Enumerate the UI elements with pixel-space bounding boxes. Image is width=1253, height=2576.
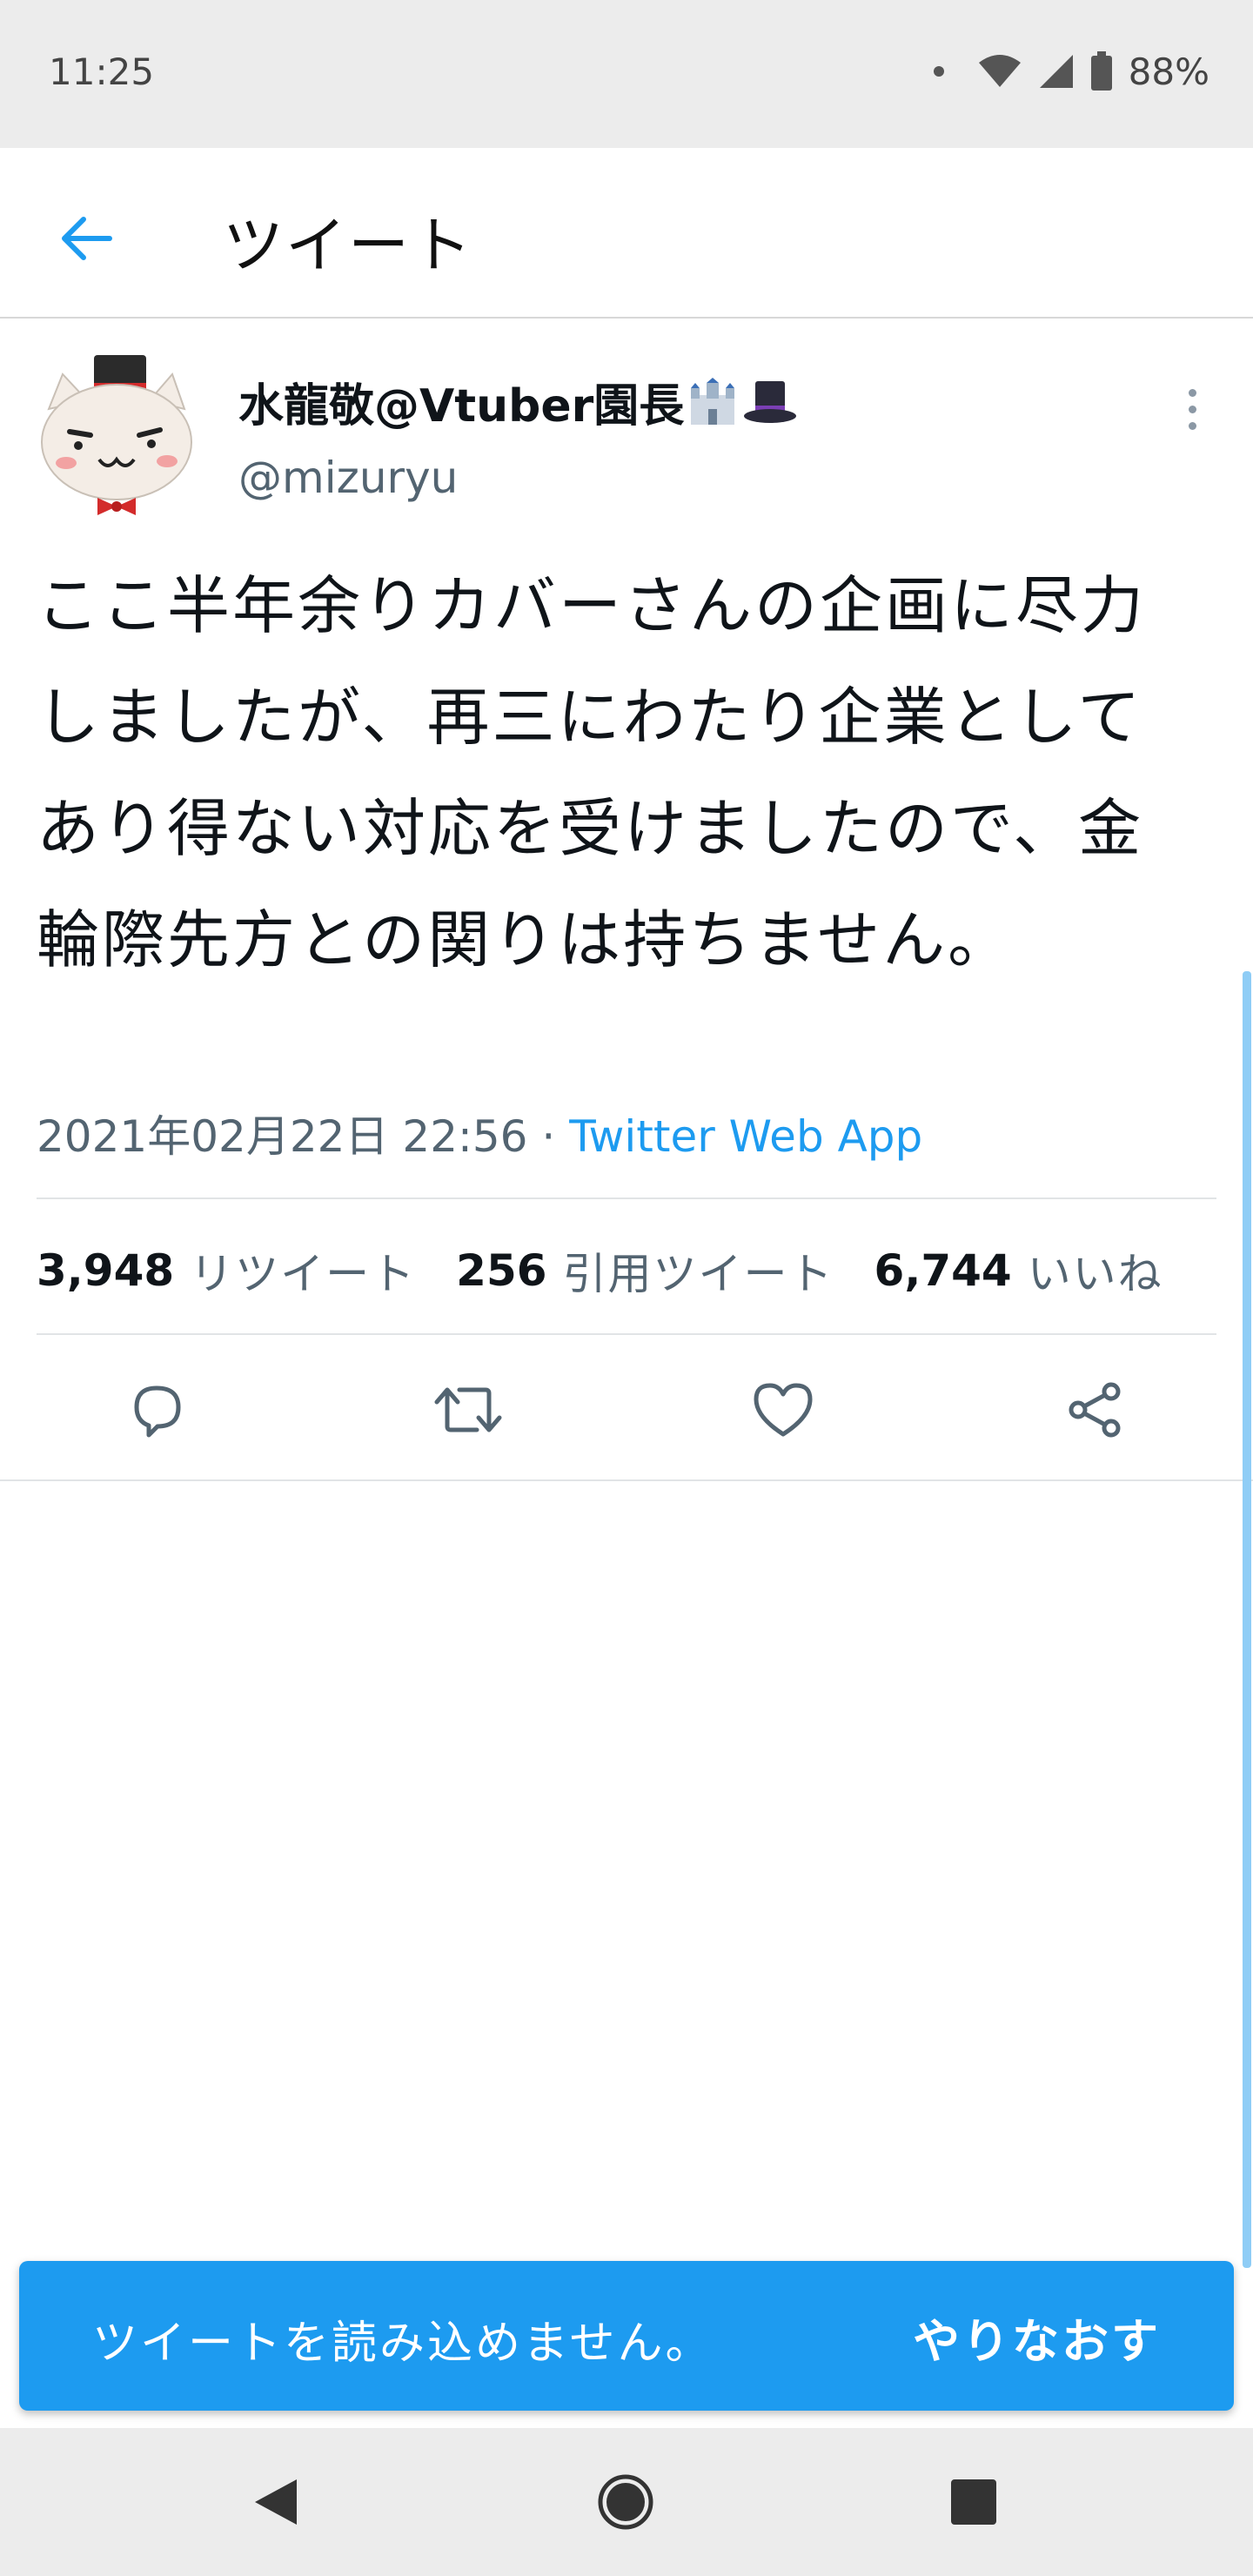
more-options-button[interactable] [1175,383,1209,435]
tweet-stats: 3,948 リツイート 256 引用ツイート 6,744 いいね [37,1236,1203,1305]
author-name-text: 水龍敬@Vtuber園長 [238,380,685,433]
scrollbar[interactable] [1243,971,1251,2268]
nav-back-button[interactable] [237,2463,315,2541]
status-time: 11:25 [49,50,155,93]
battery-percent: 88% [1128,50,1209,93]
likes-label: いいね [1027,1249,1163,1299]
reply-icon [134,1385,181,1438]
retweets-label: リツイート [190,1249,417,1299]
like-button[interactable] [748,1375,818,1445]
tweet-text: ここ半年余りカバーさんの企画に尽力しましたが、再三にわたり企業としてあり得ない対… [37,569,1147,976]
castle-emoji-icon [691,377,735,425]
nav-recents-button[interactable] [935,2463,1013,2541]
more-dot-icon [1188,405,1196,413]
app-header: ツイート [0,148,1253,319]
author-name[interactable]: 水龍敬@Vtuber園長 [238,369,799,434]
divider [37,1333,1216,1335]
retweets-stat[interactable]: 3,948 リツイート [37,1239,416,1302]
divider [37,1197,1216,1199]
notification-dot-icon [933,66,944,77]
nav-home-button[interactable] [586,2463,665,2541]
status-icons: 88% [933,45,1209,97]
more-dot-icon [1188,421,1196,430]
reply-button[interactable] [122,1375,191,1445]
meta-separator: · [541,1111,556,1162]
toast-message: ツイートを読み込めません。 [92,2318,714,2370]
author-handle[interactable]: @mizuryu [238,453,458,503]
like-icon [754,1383,813,1437]
tweet-source-link[interactable]: Twitter Web App [569,1111,922,1162]
arrow-left-icon [62,217,112,260]
recents-square-icon [951,2479,996,2525]
page-title: ツイート [223,210,473,281]
retry-button[interactable]: やりなおす [913,2303,1161,2371]
quotes-label: 引用ツイート [562,1249,834,1299]
quotes-count: 256 [456,1245,547,1296]
share-icon [1069,1382,1121,1438]
back-triangle-icon [255,2479,297,2525]
tweet-meta: 2021年02月22日 22:56 · Twitter Web App [37,1102,922,1164]
status-bar: 11:25 88% [0,0,1253,148]
system-nav-bar [0,2428,1253,2576]
retweet-button[interactable] [433,1375,503,1445]
error-toast: ツイートを読み込めません。 やりなおす [19,2261,1234,2411]
back-button[interactable] [49,202,122,275]
cat-avatar-icon [41,355,192,515]
wifi-icon [978,55,1021,87]
quotes-stat[interactable]: 256 引用ツイート [456,1239,834,1302]
home-circle-icon [598,2474,653,2530]
retweets-count: 3,948 [37,1245,175,1296]
tweet-timestamp: 2021年02月22日 22:56 [37,1111,528,1162]
avatar[interactable] [37,348,193,522]
signal-icon [1039,55,1073,88]
likes-stat[interactable]: 6,744 いいね [874,1239,1163,1302]
likes-count: 6,744 [874,1245,1012,1296]
tweet-actions [0,1340,1253,1479]
more-dot-icon [1188,388,1196,397]
top-hat-emoji-icon [744,380,797,423]
battery-icon [1090,51,1112,91]
share-button[interactable] [1060,1375,1129,1445]
retweet-icon [434,1387,502,1432]
section-divider [0,1479,1253,1481]
